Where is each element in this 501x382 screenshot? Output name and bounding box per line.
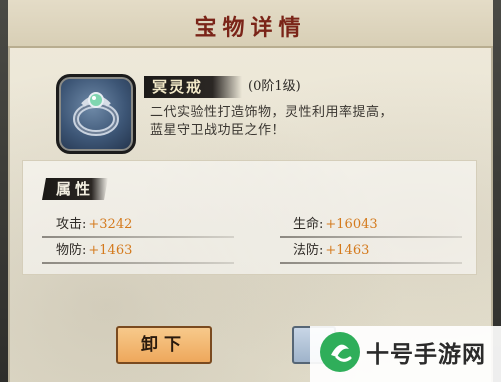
- description-line-1: 二代实验性打造饰物，灵性利用率提高，: [150, 105, 394, 120]
- item-name: 冥灵戒: [152, 78, 204, 96]
- item-level: (0阶1级): [248, 79, 301, 94]
- unequip-button[interactable]: 卸下: [116, 326, 212, 364]
- stat-label: 生命:: [293, 217, 324, 232]
- stat-value: +16043: [325, 217, 378, 232]
- item-icon-frame: [56, 74, 136, 154]
- stat-label: 法防:: [293, 243, 324, 258]
- stat-attack: 攻击: +3242: [56, 216, 132, 234]
- stat-physical-defense: 物防: +1463: [56, 242, 132, 260]
- divider: [42, 236, 234, 238]
- ring-icon: [73, 92, 119, 136]
- stat-value: +3242: [88, 217, 133, 232]
- dialog-title: 宝物详情: [194, 15, 307, 41]
- stat-label: 攻击:: [56, 217, 87, 232]
- attributes-header: 属性: [56, 180, 95, 198]
- stat-hp: 生命: +16043: [293, 216, 378, 234]
- stat-value: +1463: [325, 243, 370, 258]
- item-description: 二代实验性打造饰物，灵性利用率提高， 蓝星守卫战功臣之作！: [150, 104, 435, 140]
- divider: [280, 236, 462, 238]
- divider: [280, 262, 462, 264]
- stat-value: +1463: [88, 243, 133, 258]
- description-line-2: 蓝星守卫战功臣之作！: [150, 123, 286, 138]
- stat-magic-defense: 法防: +1463: [293, 242, 369, 260]
- divider: [42, 262, 234, 264]
- watermark-logo-icon: [320, 332, 360, 372]
- watermark-text: 十号手游网: [366, 342, 486, 368]
- stat-label: 物防:: [56, 243, 87, 258]
